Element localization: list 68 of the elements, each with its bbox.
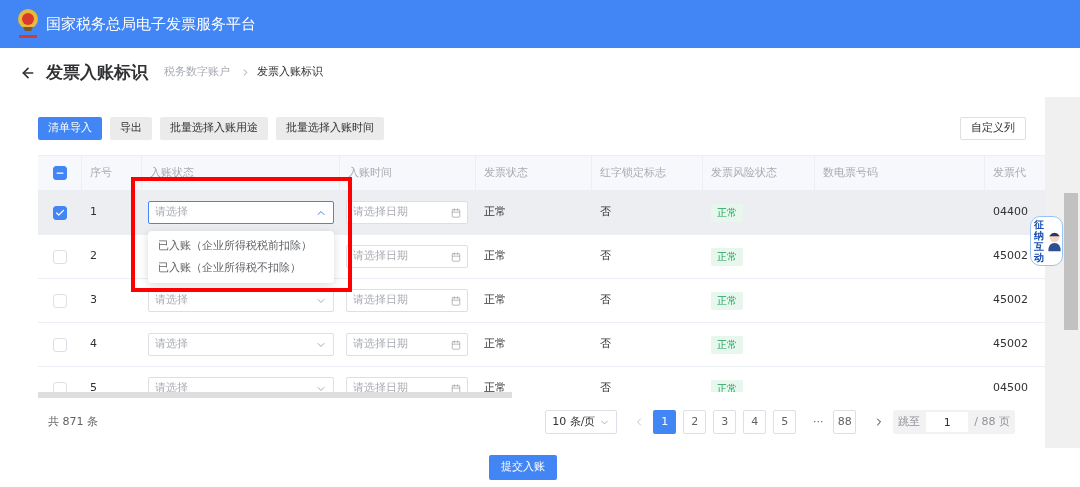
calendar-icon [451,207,461,218]
page-button[interactable]: 88 [833,410,857,434]
table-cell: 否 [600,336,611,353]
page-button[interactable]: 5 [773,410,797,434]
horizontal-scrollbar[interactable] [38,392,512,398]
row-number: 1 [90,204,97,221]
scrollbar-thumb[interactable] [1064,193,1078,330]
jump-label: 跳至 [898,413,921,430]
page-button[interactable]: 3 [713,410,737,434]
checkbox[interactable] [53,205,67,220]
status-tag: 正常 [711,203,743,222]
vertical-scrollbar[interactable] [1045,97,1080,448]
toolbar-button[interactable]: 批量选择入账用途 [160,117,268,140]
assistant-badge[interactable]: 征纳互动 [1030,216,1063,266]
table-cell: 正常 [484,204,506,221]
row-number: 3 [90,292,97,309]
table-cell: 04400 [993,204,1028,221]
status-tag: 正常 [711,335,743,354]
row-number: 4 [90,336,97,353]
column-header: 入账时间 [348,164,392,181]
column-header: 序号 [90,164,112,181]
page-count: / 88 页 [974,413,1010,430]
page-button[interactable]: 1 [653,410,677,434]
calendar-icon [451,339,461,350]
table-cell: 正常 [484,292,506,309]
table-cell: 否 [600,248,611,265]
table-cell: 45002 [993,292,1028,309]
column-header: 入账状态 [150,164,194,181]
check-icon [55,207,65,218]
total-count: 共 871 条 [48,413,98,430]
toolbar-button[interactable]: 批量选择入账时间 [276,117,384,140]
checkbox[interactable] [52,166,67,180]
row-number: 5 [90,380,97,392]
column-header: 发票代 [993,164,1026,181]
table-cell: 正常 [484,248,506,265]
table-cell: 否 [600,204,611,221]
page-size-select[interactable]: 10 条/页 [545,410,618,434]
page-button[interactable]: 4 [743,410,767,434]
toolbar-button[interactable]: 导出 [110,117,152,140]
column-header: 红字锁定标志 [600,164,666,181]
column-header: 发票风险状态 [711,164,777,181]
figure-icon [1047,230,1062,252]
row-number: 2 [90,248,97,265]
status-tag: 正常 [711,247,743,266]
table-cell: 45002 [993,336,1028,353]
table-cell: 否 [600,380,611,392]
table-cell: 否 [600,292,611,309]
page-button[interactable]: 2 [683,410,707,434]
column-header: 数电票号码 [823,164,878,181]
table-cell: 正常 [484,336,506,353]
breadcrumb-item: 发票入账标识 [257,64,323,81]
dropdown-option[interactable]: 已入账（企业所得税不扣除） [148,257,334,279]
toolbar-button[interactable]: 清单导入 [38,117,102,140]
custom-columns-button[interactable]: 自定义列 [960,117,1026,140]
table-cell: 04500 [993,380,1028,392]
table-cell: 45002 [993,248,1028,265]
column-header: 发票状态 [484,164,528,181]
calendar-icon [451,295,461,306]
page-ellipsis[interactable]: ··· [803,413,834,431]
submit-button[interactable]: 提交入账 [488,455,557,480]
table-cell: 正常 [484,380,506,392]
calendar-icon [451,383,461,392]
status-tag: 正常 [711,291,743,310]
jump-page-input[interactable]: 1 [926,412,969,432]
calendar-icon [451,251,461,262]
dropdown-option[interactable]: 已入账（企业所得税税前扣除） [148,235,334,257]
page-title: 发票入账标识 [46,60,148,84]
platform-title: 国家税务总局电子发票服务平台 [46,13,256,35]
